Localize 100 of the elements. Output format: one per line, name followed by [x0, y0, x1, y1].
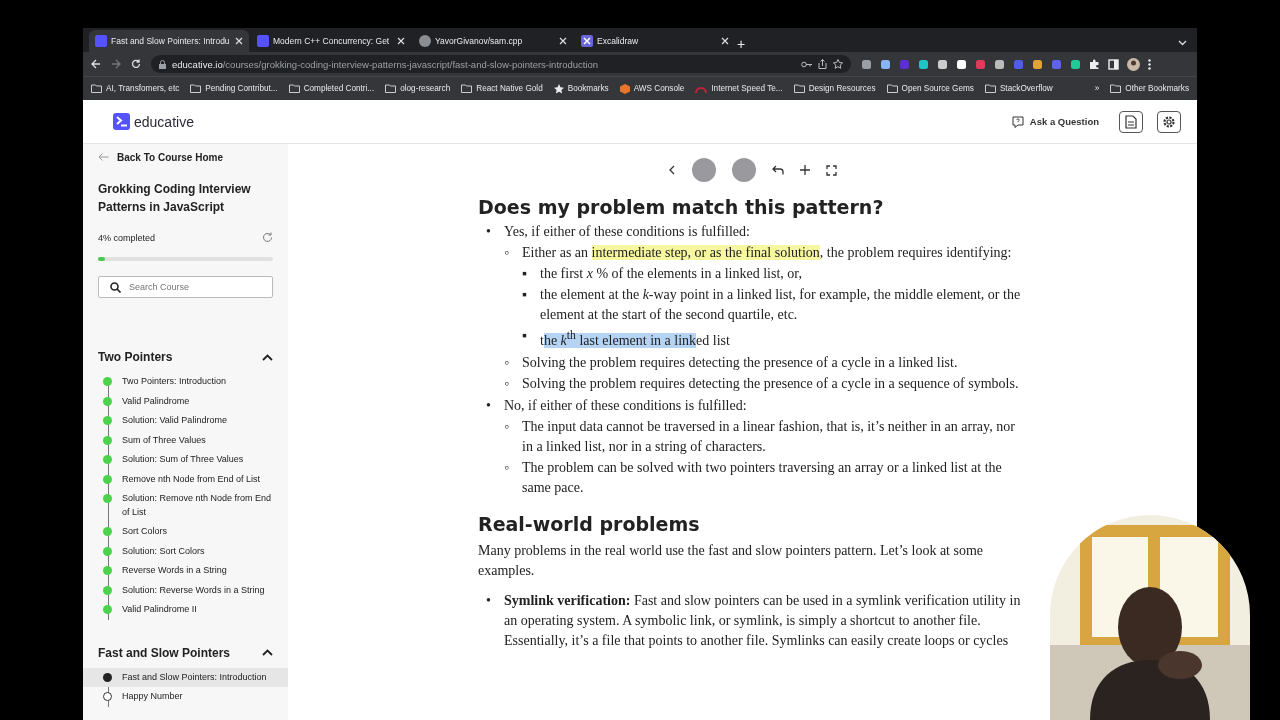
arrow-left-icon — [98, 153, 109, 161]
gear-icon — [1162, 114, 1176, 129]
lesson-item[interactable]: Valid Palindrome — [83, 391, 288, 411]
list-item-text: the k$^{th}$ last element in a linked list — [540, 328, 731, 350]
course-title: Grokking Coding Interview Patterns in JavaScript — [98, 181, 252, 216]
key-icon[interactable] — [801, 60, 812, 68]
extension-icon[interactable] — [880, 58, 891, 70]
lesson-item[interactable]: Solution: Sort Colors — [83, 541, 288, 561]
forward-arrow-icon[interactable] — [111, 59, 121, 69]
extension-icon[interactable] — [994, 58, 1005, 70]
extension-icon[interactable] — [1070, 58, 1081, 70]
bookmark[interactable]: Internet Speed Te... — [695, 84, 783, 93]
close-icon[interactable] — [397, 37, 405, 45]
bullet: ▪ — [522, 265, 528, 283]
section-heading: Real-world problems — [478, 512, 701, 535]
lesson-item[interactable]: Sum of Three Values — [83, 430, 288, 450]
back-link[interactable]: Back To Course Home — [83, 144, 238, 164]
logo-text[interactable]: educative — [134, 113, 194, 130]
bookmark[interactable]: olog-research — [385, 84, 451, 93]
bookmark[interactable]: AI, Transfomers, etc — [91, 84, 180, 93]
lesson-item[interactable]: Solution: Remove nth Node from End of List — [83, 489, 288, 522]
folder-icon — [793, 84, 805, 93]
avatar-icon[interactable] — [1127, 57, 1140, 71]
close-icon[interactable] — [559, 37, 567, 45]
question-icon — [1011, 115, 1024, 128]
bullet: ◦ — [504, 374, 510, 393]
cube-icon — [619, 83, 630, 94]
list-item-text: Symlink verification: Fast and slow pointers can be used in a symlink verification utility in an operating system. A symbolic link, or symlink, is simply a shortcut to another file. Essentially, it’s a file that points to another file. Symlinks can easily create loops or cycles — [504, 591, 1022, 650]
bullet: ◦ — [504, 353, 510, 372]
new-tab-button[interactable]: + — [737, 36, 746, 52]
puzzle-icon[interactable] — [1089, 58, 1100, 70]
lesson-item[interactable]: Sort Colors — [83, 522, 288, 542]
chevron-up-icon[interactable] — [262, 649, 273, 656]
reset-icon[interactable] — [262, 232, 273, 243]
share-icon[interactable] — [818, 59, 827, 69]
chevron-left-button[interactable] — [667, 165, 676, 175]
list-item-text: Either as an intermediate step, or as the final solution, the problem requires identifying: — [522, 244, 1013, 262]
folder-icon — [385, 84, 397, 93]
side-panel-icon[interactable] — [1108, 58, 1119, 70]
list-item-text: Solving the problem requires detecting the presence of a cycle in a sequence of symbols. — [522, 374, 1020, 393]
bookmark[interactable]: Design Resources — [793, 84, 876, 93]
bookmark[interactable]: Other Bookmarks — [1110, 84, 1189, 93]
undo-button[interactable] — [771, 165, 784, 175]
extension-icon[interactable] — [937, 58, 948, 70]
bookmark[interactable]: React Native Gold — [461, 84, 543, 93]
lesson-item[interactable]: Solution: Reverse Words in a String — [83, 580, 288, 600]
lesson-item[interactable]: Reverse Words in a String — [83, 561, 288, 581]
star-icon[interactable] — [833, 59, 843, 69]
extension-icon[interactable] — [1032, 58, 1043, 70]
zoom-in-button[interactable] — [799, 165, 810, 175]
chevron-up-icon[interactable] — [262, 353, 273, 361]
lesson-item[interactable]: Two Pointers: Introduction — [83, 372, 288, 392]
browser-tab[interactable]: Fast and Slow Pointers: Introdu — [89, 30, 249, 52]
lesson-item[interactable]: Fast and Slow Pointers: Introduction — [83, 667, 288, 687]
lesson-item[interactable]: Solution: Valid Palindrome — [83, 411, 288, 431]
search-icon — [110, 282, 121, 293]
notes-button[interactable] — [1119, 110, 1143, 133]
more-icon[interactable] — [1148, 58, 1151, 70]
list-item-text: the first x % of the elements in a linked list, or, — [540, 265, 803, 283]
search-field[interactable]: Search Course — [98, 276, 273, 298]
lesson-item[interactable]: Remove nth Node from End of List — [83, 469, 288, 489]
bullet: • — [486, 396, 492, 415]
lesson-item[interactable]: Happy Number — [83, 687, 288, 707]
chevron-down-icon[interactable] — [1178, 40, 1187, 46]
folder-icon — [886, 84, 898, 93]
extension-icon[interactable] — [918, 58, 929, 70]
bookmark[interactable]: Pending Contribut... — [190, 84, 278, 93]
progress-text: 4% completed — [98, 232, 156, 243]
browser-tab[interactable]: Excalidraw — [575, 30, 735, 52]
back-arrow-icon[interactable] — [91, 59, 101, 69]
gauge-icon — [695, 84, 708, 93]
lesson-item[interactable]: Valid Palindrome II — [83, 600, 288, 620]
section-title[interactable]: Fast and Slow Pointers — [98, 645, 231, 660]
settings-button[interactable] — [1157, 110, 1181, 133]
bookmark[interactable]: Open Source Gems — [886, 84, 974, 93]
close-icon[interactable] — [721, 37, 729, 45]
bookmark[interactable]: Bookmarks — [553, 83, 609, 94]
bookmark[interactable]: Completed Contri... — [288, 84, 375, 93]
lesson-item[interactable]: Solution: Sum of Three Values — [83, 450, 288, 470]
ask-question-button[interactable]: Ask a Question — [1005, 114, 1105, 129]
more-bookmarks-button[interactable]: » — [1094, 84, 1100, 93]
bookmark[interactable]: AWS Console — [619, 83, 685, 94]
fullscreen-button[interactable] — [825, 164, 837, 176]
extension-icon[interactable] — [956, 58, 967, 70]
tab-logo-icon — [581, 35, 593, 47]
browser-tab[interactable]: YavorGivanov/sam.cpp — [413, 30, 573, 52]
bookmark[interactable]: StackOverflow — [984, 84, 1053, 93]
bullet: ▪ — [522, 286, 528, 304]
reload-icon[interactable] — [131, 59, 141, 69]
close-icon[interactable] — [235, 37, 243, 45]
address-bar[interactable]: educative.io/courses/grokking-coding-interview-patterns-javascript/fast-and-slow-pointers-introduction — [151, 55, 851, 73]
tab-logo-icon — [257, 35, 269, 47]
folder-icon — [984, 84, 996, 93]
lock-icon — [159, 59, 166, 69]
url-text: educative.io/courses/grokking-coding-interview-patterns-javascript/fast-and-slow-pointers-introduction — [172, 58, 599, 70]
list-item-text: The input data cannot be traversed in a linear fashion, that is, it’s neither in an array, nor in a linked list, nor in a string of characters. — [522, 417, 1016, 456]
section-title[interactable]: Two Pointers — [98, 350, 173, 364]
logo-icon — [113, 113, 130, 130]
browser-tab[interactable]: Modern C++ Concurrency: Get — [251, 30, 411, 52]
folder-icon — [461, 84, 473, 93]
